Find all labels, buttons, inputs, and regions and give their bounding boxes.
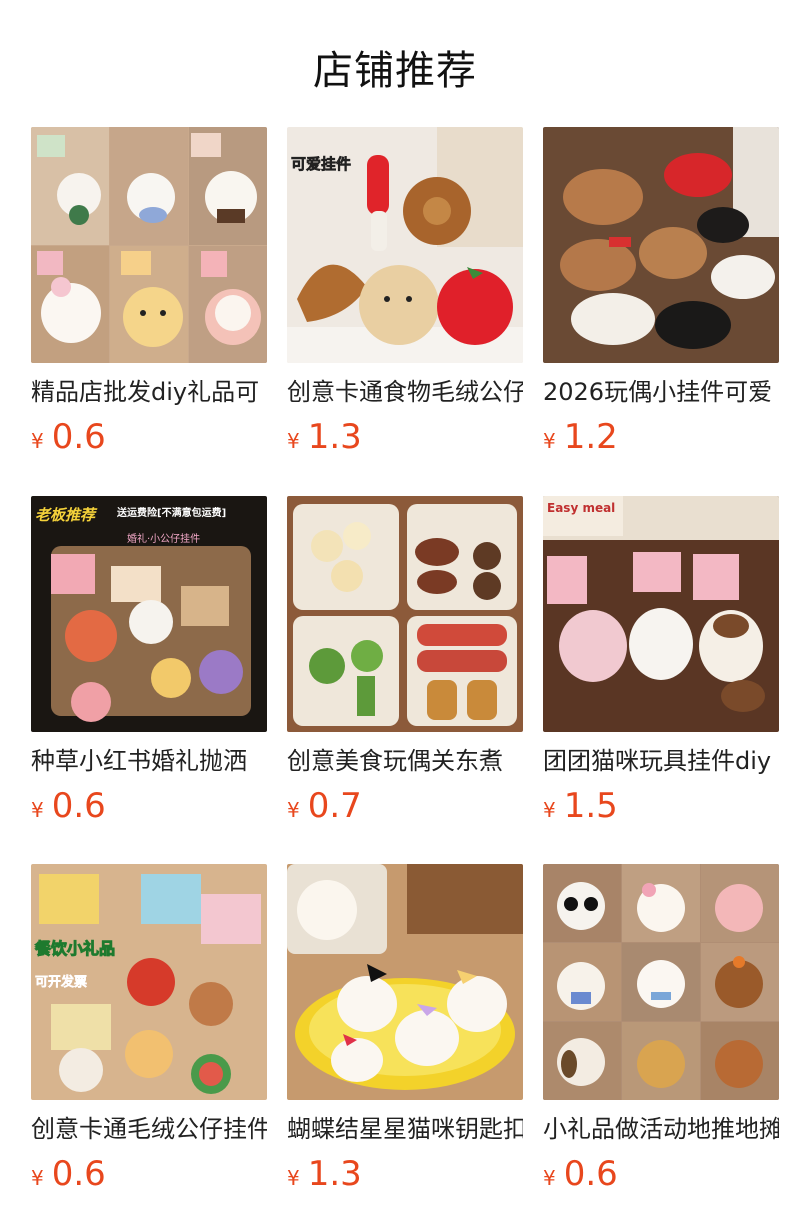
product-price: ¥ 0.6 [31,417,267,457]
overlay-text: 可爱挂件 [291,155,351,173]
product-card[interactable]: Easy meal 团团猫咪玩具挂件diy ¥ 1.5 [543,496,779,826]
overlay-text: 婚礼·小公仔挂件 [127,532,200,545]
product-image[interactable]: 餐饮小礼品 可开发票 [31,864,267,1100]
product-price: ¥ 1.3 [287,417,523,457]
product-image[interactable] [543,127,779,363]
currency-symbol: ¥ [543,429,556,453]
product-image[interactable]: 老板推荐 送运费险[不满意包运费] 婚礼·小公仔挂件 [31,496,267,732]
product-name[interactable]: 精品店批发diy礼品可 [31,377,267,407]
product-image[interactable] [31,127,267,363]
overlay-text: 可开发票 [35,974,87,990]
overlay-text: 餐饮小礼品 [34,939,115,958]
overlay-text: Easy meal [547,501,615,515]
product-price: ¥ 0.6 [543,1154,779,1194]
product-card[interactable]: 蝴蝶结星星猫咪钥匙扣 ¥ 1.3 [287,864,523,1194]
product-name[interactable]: 种草小红书婚礼抛洒 [31,746,267,776]
currency-symbol: ¥ [287,1166,300,1190]
product-name[interactable]: 创意美食玩偶关东煮 [287,746,523,776]
currency-symbol: ¥ [543,1166,556,1190]
product-card[interactable]: 老板推荐 送运费险[不满意包运费] 婚礼·小公仔挂件 种草小红书婚礼抛洒 ¥ 0… [31,496,267,826]
price-amount: 0.6 [51,786,106,826]
overlay-text: 老板推荐 [35,506,98,524]
currency-symbol: ¥ [31,798,44,822]
product-card[interactable]: 2026玩偶小挂件可爱 ¥ 1.2 [543,127,779,457]
currency-symbol: ¥ [31,1166,44,1190]
price-amount: 0.6 [51,1154,106,1194]
product-price: ¥ 1.5 [543,786,779,826]
product-image[interactable] [543,864,779,1100]
product-grid: 精品店批发diy礼品可 ¥ 0.6 可爱挂件 创意卡通食物毛绒公仔 ¥ 1.3 … [0,0,790,1232]
price-amount: 0.6 [563,1154,618,1194]
currency-symbol: ¥ [31,429,44,453]
product-name[interactable]: 团团猫咪玩具挂件diy [543,746,779,776]
product-card[interactable]: 创意美食玩偶关东煮 ¥ 0.7 [287,496,523,826]
product-image[interactable] [287,864,523,1100]
price-amount: 1.3 [307,1154,362,1194]
product-price: ¥ 0.6 [31,786,267,826]
product-name[interactable]: 2026玩偶小挂件可爱 [543,377,779,407]
product-name[interactable]: 蝴蝶结星星猫咪钥匙扣 [287,1114,523,1144]
price-amount: 0.7 [307,786,362,826]
product-price: ¥ 1.2 [543,417,779,457]
product-card[interactable]: 可爱挂件 创意卡通食物毛绒公仔 ¥ 1.3 [287,127,523,457]
product-image[interactable]: Easy meal [543,496,779,732]
product-name[interactable]: 创意卡通毛绒公仔挂件 [31,1114,267,1144]
currency-symbol: ¥ [543,798,556,822]
price-amount: 1.2 [563,417,618,457]
product-price: ¥ 0.7 [287,786,523,826]
product-name[interactable]: 创意卡通食物毛绒公仔 [287,377,523,407]
price-amount: 0.6 [51,417,106,457]
product-price: ¥ 1.3 [287,1154,523,1194]
product-name[interactable]: 小礼品做活动地推地摊 [543,1114,779,1144]
overlay-text: 送运费险[不满意包运费] [116,506,226,519]
product-card[interactable]: 小礼品做活动地推地摊 ¥ 0.6 [543,864,779,1194]
price-amount: 1.5 [563,786,618,826]
product-image[interactable] [287,496,523,732]
price-amount: 1.3 [307,417,362,457]
product-card[interactable]: 餐饮小礼品 可开发票 创意卡通毛绒公仔挂件 ¥ 0.6 [31,864,267,1194]
product-image[interactable]: 可爱挂件 [287,127,523,363]
product-price: ¥ 0.6 [31,1154,267,1194]
product-card[interactable]: 精品店批发diy礼品可 ¥ 0.6 [31,127,267,457]
currency-symbol: ¥ [287,429,300,453]
currency-symbol: ¥ [287,798,300,822]
